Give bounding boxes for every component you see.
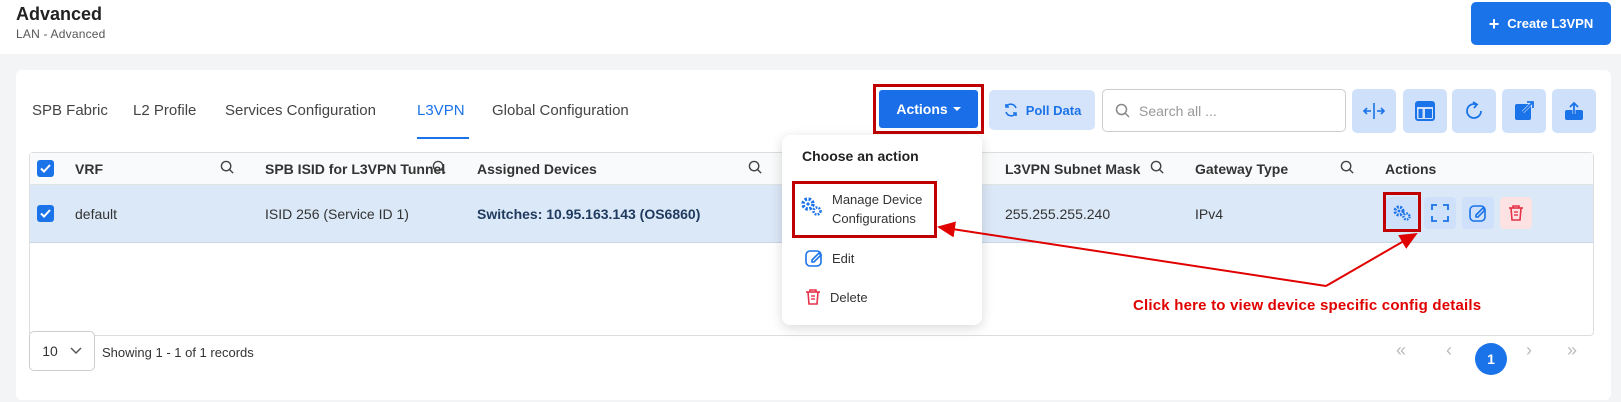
manage-device-configurations-button[interactable] — [1386, 197, 1418, 229]
page-size-select[interactable]: 10 — [29, 331, 95, 371]
row-checkbox[interactable] — [37, 205, 54, 222]
edit-icon — [1469, 205, 1487, 222]
edit-button[interactable] — [1462, 197, 1494, 229]
column-layout-button[interactable] — [1403, 89, 1447, 133]
check-icon — [40, 209, 51, 218]
previous-page-icon[interactable]: ‹ — [1446, 340, 1452, 361]
delete-button[interactable] — [1500, 197, 1532, 229]
menu-item-label: Delete — [830, 289, 868, 305]
cell-isid: ISID 256 (Service ID 1) — [265, 206, 409, 222]
column-header-actions: Actions — [1385, 161, 1437, 177]
next-page-icon[interactable]: › — [1526, 340, 1532, 361]
tab-spb-fabric[interactable]: SPB Fabric — [32, 102, 108, 119]
column-header-gateway-type: Gateway Type — [1195, 161, 1289, 177]
fullscreen-button[interactable] — [1424, 197, 1456, 229]
tab-global-configuration[interactable]: Global Configuration — [492, 102, 629, 119]
upload-icon — [1565, 101, 1583, 120]
page-size-value: 10 — [42, 343, 58, 359]
search-icon — [1115, 103, 1130, 118]
export-button[interactable] — [1552, 89, 1596, 133]
search-icon[interactable] — [1150, 160, 1165, 175]
gears-icon — [801, 197, 822, 216]
column-header-isid: SPB ISID for L3VPN Tunnel — [265, 161, 446, 177]
plus-icon: + — [1488, 13, 1500, 34]
menu-item-label: Manage Device Configurations — [832, 192, 923, 226]
gears-icon — [1393, 205, 1411, 221]
menu-item-delete[interactable]: Delete — [804, 288, 868, 306]
edit-icon — [805, 250, 823, 267]
breadcrumb: LAN - Advanced — [16, 27, 106, 41]
table-layout-icon — [1415, 101, 1435, 121]
refresh-icon — [1004, 103, 1017, 117]
poll-data-button[interactable]: Poll Data — [989, 90, 1095, 130]
cell-subnet-mask: 255.255.255.240 — [1005, 206, 1111, 222]
actions-label: Actions — [896, 101, 948, 117]
search-input[interactable] — [1139, 102, 1339, 119]
cell-vrf: default — [75, 206, 118, 222]
actions-button[interactable]: Actions — [879, 90, 978, 128]
create-l3vpn-label: Create L3VPN — [1507, 16, 1594, 31]
open-external-button[interactable] — [1502, 89, 1546, 133]
search-icon[interactable] — [220, 160, 235, 175]
actions-dropdown-menu: Choose an action Manage Device Configura… — [782, 135, 982, 325]
chevron-down-icon — [70, 347, 82, 355]
cell-gateway-type: IPv4 — [1195, 206, 1224, 222]
caret-down-icon — [952, 107, 961, 111]
menu-item-label: Edit — [832, 250, 855, 266]
search-icon[interactable] — [1340, 160, 1355, 175]
tab-l3vpn[interactable]: L3VPN — [417, 102, 465, 119]
trash-icon — [806, 289, 820, 305]
expand-horizontal-icon — [1362, 103, 1386, 119]
cell-assigned-devices[interactable]: Switches: 10.95.163.143 (OS6860) — [477, 206, 700, 222]
top-bar: Advanced LAN - Advanced + Create L3VPN — [0, 0, 1621, 54]
external-link-icon — [1515, 100, 1535, 120]
first-page-icon[interactable]: « — [1396, 340, 1406, 361]
trash-icon — [1509, 205, 1523, 221]
tab-services-configuration[interactable]: Services Configuration — [225, 102, 376, 119]
menu-item-manage-device-configurations[interactable]: Manage Device Configurations — [800, 190, 932, 228]
annotation-text: Click here to view device specific confi… — [1133, 297, 1482, 314]
search-box — [1102, 89, 1346, 132]
pagination-summary: Showing 1 - 1 of 1 records — [102, 345, 254, 360]
search-icon[interactable] — [432, 160, 447, 175]
create-l3vpn-button[interactable]: + Create L3VPN — [1471, 2, 1611, 45]
menu-item-edit[interactable]: Edit — [804, 248, 854, 268]
search-icon[interactable] — [748, 160, 763, 175]
reload-button[interactable] — [1452, 89, 1496, 133]
column-header-subnet-mask: L3VPN Subnet Mask — [1005, 161, 1141, 177]
dropdown-title: Choose an action — [802, 148, 919, 164]
column-header-vrf: VRF — [75, 161, 103, 177]
page-title: Advanced — [16, 4, 103, 24]
current-page-button[interactable]: 1 — [1475, 343, 1507, 375]
fullscreen-icon — [1431, 204, 1449, 222]
expand-columns-button[interactable] — [1352, 89, 1396, 133]
reload-icon — [1466, 101, 1482, 119]
check-icon — [40, 164, 51, 173]
column-header-assigned-devices: Assigned Devices — [477, 161, 597, 177]
poll-data-label: Poll Data — [1025, 102, 1082, 118]
tab-l2-profile[interactable]: L2 Profile — [133, 102, 196, 119]
select-all-checkbox[interactable] — [37, 160, 54, 177]
last-page-icon[interactable]: » — [1567, 340, 1577, 361]
active-tab-indicator — [417, 137, 469, 139]
